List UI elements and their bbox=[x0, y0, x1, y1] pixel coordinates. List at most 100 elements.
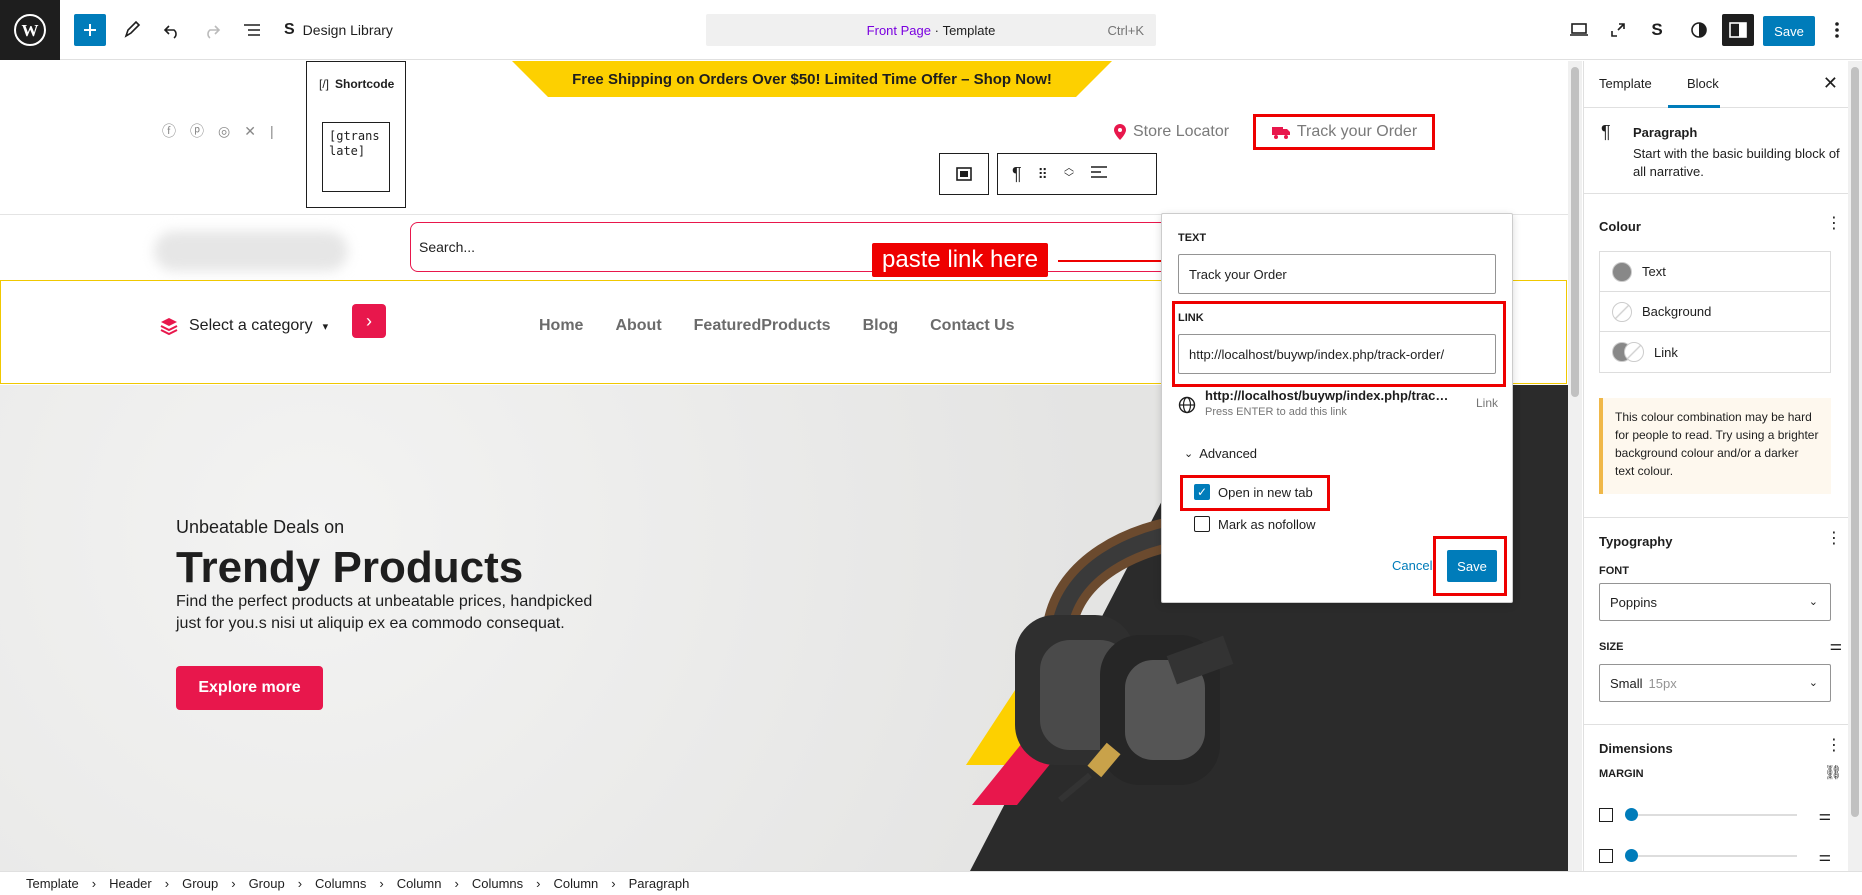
link-save-button[interactable]: Save bbox=[1447, 550, 1497, 582]
track-order-link[interactable]: Track your Order bbox=[1253, 114, 1435, 150]
chevron-down-icon: ⌄ bbox=[1184, 448, 1194, 460]
command-palette-button[interactable]: Front Page · Template Ctrl+K bbox=[706, 14, 1156, 46]
font-value: Poppins bbox=[1610, 594, 1657, 610]
product-search-input[interactable]: Search... bbox=[410, 222, 1210, 272]
slider-track bbox=[1627, 814, 1797, 816]
pinterest-icon[interactable]: ⓟ bbox=[190, 121, 204, 141]
size-settings-icon[interactable]: ⚌ bbox=[1829, 637, 1842, 654]
view-external-icon[interactable] bbox=[1602, 14, 1634, 46]
device-preview-icon[interactable] bbox=[1563, 14, 1595, 46]
suggestion-type: Link bbox=[1475, 396, 1498, 410]
breadcrumb-item[interactable]: Column bbox=[553, 876, 598, 891]
hero-subtitle: Unbeatable Deals on bbox=[176, 517, 345, 537]
scrollbar-thumb[interactable] bbox=[1571, 67, 1579, 397]
menu-item-contact-us[interactable]: Contact Us bbox=[930, 317, 1014, 335]
add-block-icon[interactable] bbox=[74, 14, 106, 46]
breadcrumb-item[interactable]: Columns bbox=[472, 876, 523, 891]
colour-options-icon[interactable]: ⋮ bbox=[1826, 213, 1842, 233]
truck-icon bbox=[1271, 127, 1290, 139]
scrollbar-thumb[interactable] bbox=[1851, 67, 1859, 817]
typography-title: Typography bbox=[1599, 534, 1673, 549]
shortcode-input[interactable]: [gtranslate] bbox=[322, 122, 390, 192]
styles-contrast-icon[interactable] bbox=[1683, 14, 1715, 46]
parent-block-icon[interactable] bbox=[939, 153, 989, 195]
chevron-right-icon: › bbox=[231, 876, 236, 891]
margin-bottom-slider[interactable]: ⚌ bbox=[1599, 846, 1831, 866]
instagram-icon[interactable]: ◎ bbox=[218, 123, 230, 140]
open-new-tab-label: Open in new tab bbox=[1218, 484, 1313, 500]
align-left-icon[interactable] bbox=[1090, 165, 1108, 184]
category-select[interactable]: Select a category ▾ bbox=[159, 316, 328, 336]
colour-background[interactable]: Background bbox=[1600, 292, 1830, 332]
colour-title: Colour bbox=[1599, 219, 1641, 234]
settings-sidebar: Template Block ✕ ¶ Paragraph Start with … bbox=[1583, 61, 1862, 871]
shortcode-block[interactable]: [/] Shortcode [gtranslate] bbox=[306, 61, 406, 208]
breadcrumb-item[interactable]: Column bbox=[397, 876, 442, 891]
search-placeholder: Search... bbox=[419, 239, 476, 255]
more-options-icon[interactable] bbox=[1821, 14, 1853, 46]
link-suggestion[interactable]: http://localhost/buywp/index.php/track-o… bbox=[1178, 388, 1498, 424]
hero-title: Trendy Products bbox=[176, 543, 524, 592]
breadcrumb-item[interactable]: Template bbox=[26, 876, 79, 891]
tab-template[interactable]: Template bbox=[1599, 76, 1652, 91]
menu-item-featured-products[interactable]: FeaturedProducts bbox=[694, 317, 831, 335]
wordpress-logo-icon[interactable]: W bbox=[0, 0, 60, 60]
breadcrumb-item-current[interactable]: Paragraph bbox=[629, 876, 690, 891]
command-shortcut: Ctrl+K bbox=[1107, 23, 1144, 38]
breadcrumb-item[interactable]: Group bbox=[249, 876, 285, 891]
open-new-tab-checkbox[interactable]: ✓ Open in new tab bbox=[1194, 484, 1313, 500]
canvas-scrollbar[interactable] bbox=[1568, 61, 1582, 871]
breadcrumb-item[interactable]: Group bbox=[182, 876, 218, 891]
category-go-button[interactable]: › bbox=[352, 304, 386, 338]
store-locator-link[interactable]: Store Locator bbox=[1113, 123, 1229, 141]
advanced-toggle[interactable]: ⌄ Advanced bbox=[1184, 446, 1257, 461]
editor-canvas[interactable]: Free Shipping on Orders Over $50! Limite… bbox=[0, 61, 1568, 871]
colour-text[interactable]: Text bbox=[1600, 252, 1830, 292]
menu-item-about[interactable]: About bbox=[615, 317, 661, 335]
suggestion-url: http://localhost/buywp/index.php/track-o… bbox=[1205, 388, 1450, 403]
edit-pencil-icon[interactable] bbox=[116, 14, 148, 46]
background-swatch-icon bbox=[1612, 301, 1632, 322]
slider-knob[interactable] bbox=[1625, 808, 1638, 821]
breadcrumb-item[interactable]: Header bbox=[109, 876, 152, 891]
command-page-name: Front Page bbox=[866, 22, 931, 38]
colour-link-label: Link bbox=[1654, 344, 1678, 360]
redo-icon[interactable] bbox=[196, 14, 228, 46]
colour-link[interactable]: Link bbox=[1600, 332, 1830, 372]
editor-top-toolbar: W S Design Library Front Page · Template… bbox=[0, 0, 1862, 60]
list-view-icon[interactable] bbox=[236, 14, 268, 46]
block-name: Paragraph bbox=[1633, 125, 1698, 140]
stackable-icon[interactable]: S bbox=[1641, 14, 1673, 46]
drag-handle-icon[interactable]: ⠿ bbox=[1038, 166, 1048, 183]
move-up-down-icon[interactable]: ︿ ﹀ bbox=[1064, 164, 1074, 184]
margin-top-slider[interactable]: ⚌ bbox=[1599, 805, 1831, 825]
font-select[interactable]: Poppins ⌄ bbox=[1599, 583, 1831, 621]
nofollow-checkbox[interactable]: Mark as nofollow bbox=[1194, 516, 1316, 532]
cancel-button[interactable]: Cancel bbox=[1392, 558, 1432, 573]
settings-sidebar-icon[interactable] bbox=[1722, 14, 1754, 46]
close-icon[interactable]: ✕ bbox=[1823, 73, 1838, 94]
main-menu: Home About FeaturedProducts Blog Contact… bbox=[539, 317, 1015, 335]
link-url-input[interactable]: http://localhost/buywp/index.php/track-o… bbox=[1178, 334, 1496, 374]
custom-value-icon[interactable]: ⚌ bbox=[1818, 807, 1831, 824]
breadcrumb-item[interactable]: Columns bbox=[315, 876, 366, 891]
design-library-button[interactable]: S Design Library bbox=[284, 0, 393, 60]
tab-block[interactable]: Block bbox=[1687, 76, 1719, 91]
menu-item-home[interactable]: Home bbox=[539, 317, 583, 335]
paragraph-icon: ¶ bbox=[1601, 122, 1611, 142]
sidebar-scrollbar[interactable] bbox=[1848, 61, 1862, 871]
menu-item-blog[interactable]: Blog bbox=[863, 317, 899, 335]
link-text-input[interactable]: Track your Order bbox=[1178, 254, 1496, 294]
undo-icon[interactable] bbox=[156, 14, 188, 46]
link-sides-icon[interactable]: ⛓ bbox=[1824, 764, 1842, 781]
size-select[interactable]: Small 15px ⌄ bbox=[1599, 664, 1831, 702]
slider-knob[interactable] bbox=[1625, 849, 1638, 862]
dimensions-options-icon[interactable]: ⋮ bbox=[1826, 735, 1842, 755]
explore-more-button[interactable]: Explore more bbox=[176, 666, 323, 710]
save-button[interactable]: Save bbox=[1763, 16, 1815, 46]
paragraph-icon[interactable]: ¶ bbox=[1012, 164, 1022, 185]
custom-value-icon[interactable]: ⚌ bbox=[1818, 848, 1831, 865]
typography-options-icon[interactable]: ⋮ bbox=[1826, 528, 1842, 548]
x-twitter-icon[interactable]: ✕ bbox=[244, 123, 256, 140]
facebook-icon[interactable]: ⓕ bbox=[162, 121, 176, 141]
